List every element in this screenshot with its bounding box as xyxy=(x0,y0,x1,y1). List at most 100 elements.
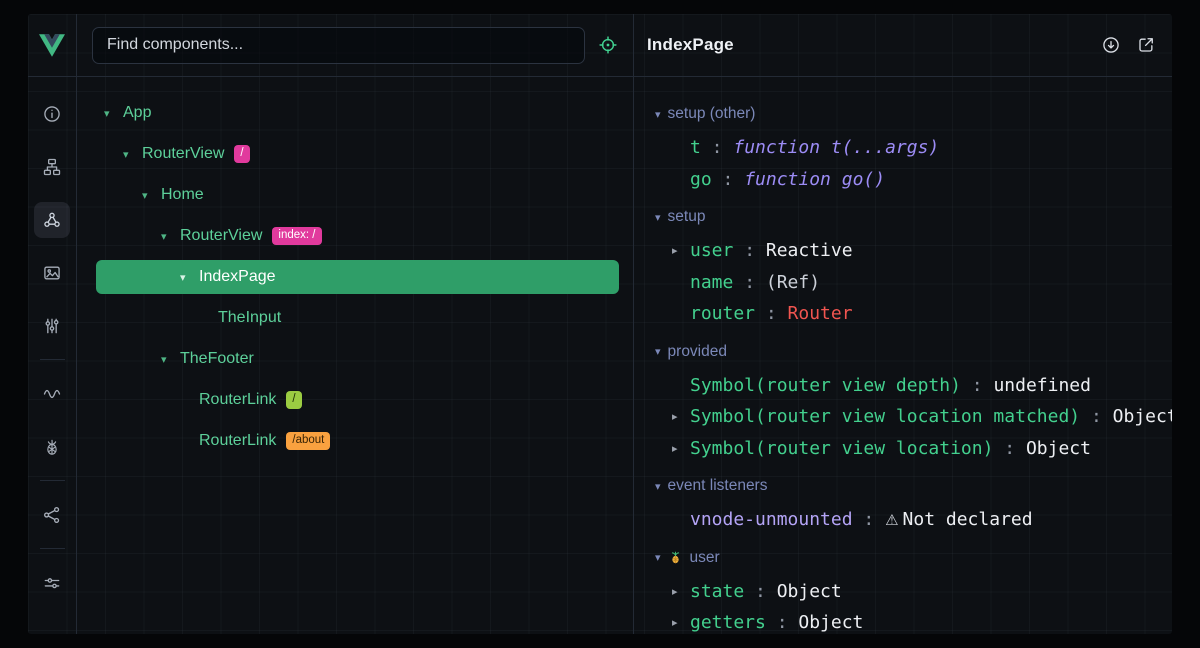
component-name: RouterLink xyxy=(199,432,276,450)
component-tree[interactable]: ▾App▾RouterView/▾Home▾RouterViewindex: /… xyxy=(77,77,633,634)
sidebar-nav xyxy=(28,77,76,618)
vue-logo xyxy=(28,14,76,77)
inspector-section: ▾setup (other)t : function t(...args)go … xyxy=(634,96,1172,195)
section-header[interactable]: ▾setup (other) xyxy=(634,96,1172,132)
expand-caret-icon[interactable]: ▸ xyxy=(672,244,690,257)
section-title: setup xyxy=(668,208,706,226)
inspector-section: ▾setup▸user : Reactivename : (Ref)router… xyxy=(634,199,1172,330)
property-value: (Ref) xyxy=(766,272,820,293)
key-value-separator: : xyxy=(993,438,1026,459)
section-caret-icon: ▾ xyxy=(655,211,661,224)
property-value: Object xyxy=(777,581,842,602)
section-header[interactable]: ▾ setup xyxy=(634,199,1172,235)
pinia-store-icon xyxy=(668,550,683,565)
component-name: Home xyxy=(161,186,204,204)
timeline-icon[interactable] xyxy=(34,376,70,412)
property-value: Object xyxy=(798,612,863,633)
section-title: provided xyxy=(668,343,727,361)
inspector-panel: IndexPage ▾setup (other)t : function t(.… xyxy=(634,14,1172,634)
property-value: Router xyxy=(788,303,853,324)
key-value-separator: : xyxy=(853,509,886,530)
property-value: function go() xyxy=(744,169,885,190)
tree-item-app[interactable]: ▾App xyxy=(96,96,619,130)
inspected-component-title: IndexPage xyxy=(647,35,734,55)
preferences-icon[interactable] xyxy=(34,565,70,601)
tree-caret-icon[interactable]: ▾ xyxy=(161,230,180,243)
key-value-separator: : xyxy=(733,240,766,261)
property-row[interactable]: ▸Symbol(router view location) : Object xyxy=(634,433,1172,465)
property-key: Symbol(router view location) xyxy=(690,438,993,459)
tree-caret-icon[interactable]: ▾ xyxy=(161,353,180,366)
component-name: RouterView xyxy=(142,145,224,163)
vue-devtools-window: ▾App▾RouterView/▾Home▾RouterViewindex: /… xyxy=(28,14,1172,634)
property-value: Object xyxy=(1113,406,1172,427)
property-row[interactable]: name : (Ref) xyxy=(634,267,1172,299)
property-row[interactable]: vnode-unmounted : ⚠Not declared xyxy=(634,504,1172,536)
tree-item-theinput[interactable]: TheInput xyxy=(96,301,619,335)
tree-item-routerview[interactable]: ▾RouterView / xyxy=(96,137,619,171)
property-value: Object xyxy=(1026,438,1091,459)
search-input[interactable] xyxy=(92,27,585,64)
component-name: IndexPage xyxy=(199,268,276,286)
component-name: TheFooter xyxy=(180,350,254,368)
property-value: Reactive xyxy=(766,240,853,261)
info-icon[interactable] xyxy=(34,96,70,132)
select-component-target-icon[interactable] xyxy=(598,35,618,55)
property-row[interactable]: ▸getters : Object xyxy=(634,607,1172,634)
route-badge: / xyxy=(234,145,249,163)
property-row[interactable]: go : function go() xyxy=(634,164,1172,196)
expand-caret-icon[interactable]: ▸ xyxy=(672,616,690,629)
section-caret-icon: ▾ xyxy=(655,108,661,121)
assets-icon[interactable] xyxy=(34,255,70,291)
key-value-separator: : xyxy=(766,612,799,633)
components-inspector-icon[interactable] xyxy=(34,202,70,238)
components-toolbar xyxy=(77,14,633,77)
key-value-separator: : xyxy=(712,169,745,190)
tree-caret-icon[interactable]: ▾ xyxy=(142,189,161,202)
property-row[interactable]: Symbol(router view depth) : undefined xyxy=(634,370,1172,402)
property-row[interactable]: ▸Symbol(router view location matched) : … xyxy=(634,401,1172,433)
property-key: go xyxy=(690,169,712,190)
module-graph-icon[interactable] xyxy=(34,497,70,533)
expand-caret-icon[interactable]: ▸ xyxy=(672,442,690,455)
warning-icon: ⚠ xyxy=(885,511,898,529)
pinia-icon[interactable] xyxy=(34,429,70,465)
tree-caret-icon[interactable]: ▾ xyxy=(180,271,199,284)
tree-caret-icon[interactable]: ▾ xyxy=(104,107,123,120)
section-header[interactable]: ▾ user xyxy=(634,540,1172,576)
section-caret-icon: ▾ xyxy=(655,345,661,358)
route-badge: / xyxy=(286,391,301,409)
section-header[interactable]: ▾event listeners xyxy=(634,468,1172,504)
route-badge: /about xyxy=(286,432,330,450)
scroll-to-component-icon[interactable] xyxy=(1101,35,1121,55)
section-title: user xyxy=(690,549,720,567)
tree-item-routerview[interactable]: ▾RouterViewindex: / xyxy=(96,219,619,253)
tree-item-thefooter[interactable]: ▾TheFooter xyxy=(96,342,619,376)
key-value-separator: : xyxy=(1080,406,1113,427)
open-in-editor-icon[interactable] xyxy=(1136,35,1156,55)
section-header[interactable]: ▾ provided xyxy=(634,334,1172,370)
component-hierarchy-icon[interactable] xyxy=(34,149,70,185)
tree-item-indexpage[interactable]: ▾IndexPage xyxy=(96,260,619,294)
divider xyxy=(40,480,65,481)
settings-sliders-icon[interactable] xyxy=(34,308,70,344)
tree-item-routerlink[interactable]: RouterLink/ xyxy=(96,383,619,417)
inspector-body[interactable]: ▾setup (other)t : function t(...args)go … xyxy=(634,77,1172,634)
expand-caret-icon[interactable]: ▸ xyxy=(672,585,690,598)
property-row[interactable]: router : Router xyxy=(634,298,1172,330)
tree-item-home[interactable]: ▾Home xyxy=(96,178,619,212)
expand-caret-icon[interactable]: ▸ xyxy=(672,410,690,423)
key-value-separator: : xyxy=(733,272,766,293)
property-row[interactable]: ▸state : Object xyxy=(634,576,1172,608)
property-key: name xyxy=(690,272,733,293)
property-key: getters xyxy=(690,612,766,633)
inspector-section: ▾user▸state : Object▸getters : Object xyxy=(634,540,1172,635)
section-caret-icon: ▾ xyxy=(655,551,661,564)
property-row[interactable]: t : function t(...args) xyxy=(634,132,1172,164)
property-key: t xyxy=(690,137,701,158)
property-row[interactable]: ▸user : Reactive xyxy=(634,235,1172,267)
tree-caret-icon[interactable]: ▾ xyxy=(123,148,142,161)
tree-item-routerlink[interactable]: RouterLink/about xyxy=(96,424,619,458)
section-title: event listeners xyxy=(668,477,768,495)
key-value-separator: : xyxy=(961,375,994,396)
